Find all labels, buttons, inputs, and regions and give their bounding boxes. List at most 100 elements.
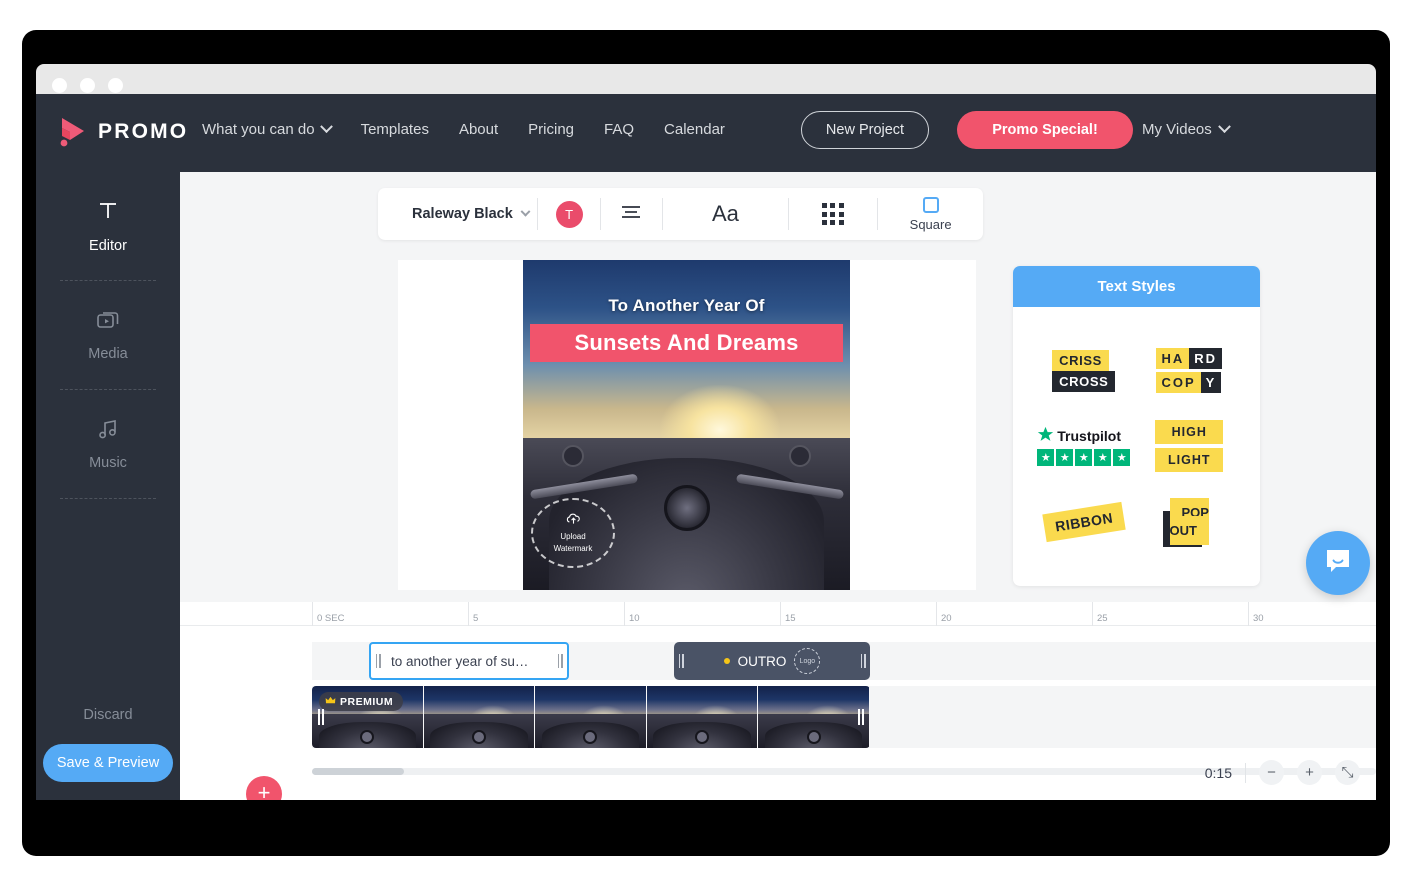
- layout-grid-button[interactable]: [789, 203, 877, 225]
- chevron-down-icon: [520, 206, 530, 216]
- color-swatch: T: [556, 201, 583, 228]
- window-maximize-dot[interactable]: [108, 78, 123, 93]
- scrollbar-thumb[interactable]: [312, 768, 404, 775]
- sidebar-item-media[interactable]: Media: [36, 281, 180, 389]
- outro-handle-left[interactable]: [674, 654, 688, 668]
- trustpilot-star-icon: [1037, 426, 1054, 446]
- nav-calendar[interactable]: Calendar: [664, 121, 725, 138]
- chat-support-button[interactable]: [1306, 531, 1370, 595]
- caption-line-2: Sunsets And Dreams: [574, 330, 798, 356]
- sidebar-divider: [60, 498, 156, 499]
- text-align-button[interactable]: [601, 204, 662, 225]
- video-canvas[interactable]: To Another Year Of Sunsets And Dreams Up…: [523, 260, 850, 590]
- thumbnail-frame-2: [424, 686, 536, 748]
- sidebar-item-editor[interactable]: Editor: [36, 172, 180, 280]
- clip-handle-left[interactable]: [371, 654, 385, 668]
- promo-special-button[interactable]: Promo Special!: [957, 111, 1133, 149]
- square-ratio-icon: [923, 197, 939, 213]
- premium-label: PREMIUM: [340, 696, 393, 708]
- font-family-dropdown[interactable]: Raleway Black: [378, 206, 537, 222]
- sidebar-label-editor: Editor: [89, 238, 127, 254]
- zoom-out-button[interactable]: −: [1259, 760, 1284, 785]
- media-handle-right[interactable]: [858, 709, 864, 725]
- timeline-ruler[interactable]: 0 SEC 5 10 15 20 25 30: [180, 602, 1376, 626]
- high-label: HIGH: [1155, 420, 1223, 444]
- nav-faq[interactable]: FAQ: [604, 121, 634, 138]
- editor-area: Raleway Black T Aa: [180, 172, 1376, 602]
- left-sidebar: Editor Media Music Dis: [36, 172, 180, 800]
- mirror-right: [789, 445, 811, 467]
- premium-badge: PREMIUM: [319, 692, 403, 711]
- media-icon: [95, 308, 121, 337]
- duration-label: 0:15: [1205, 765, 1232, 781]
- trustpilot-stars: ★★★★★: [1037, 449, 1130, 466]
- promo-logo[interactable]: PROMO: [58, 116, 188, 148]
- style-high-light[interactable]: HIGH LIGHT: [1155, 420, 1223, 472]
- app-window: PROMO What you can do Templates About Pr…: [36, 94, 1376, 800]
- discard-button[interactable]: Discard: [36, 707, 180, 723]
- outro-clip[interactable]: OUTRO Logo: [674, 642, 870, 680]
- chevron-down-icon: [320, 120, 333, 133]
- media-track: PREMIUM: [312, 686, 1376, 748]
- aspect-ratio-label: Square: [910, 217, 952, 232]
- style-trustpilot[interactable]: Trustpilot ★★★★★: [1037, 426, 1130, 466]
- window-close-dot[interactable]: [52, 78, 67, 93]
- mirror-left: [562, 445, 584, 467]
- thumbnail-frame-4: [647, 686, 759, 748]
- chat-bubble-icon: [1323, 546, 1353, 581]
- style-ribbon[interactable]: RIBBON: [1044, 508, 1124, 536]
- text-toolbar: Raleway Black T Aa: [378, 188, 983, 240]
- style-criss-cross[interactable]: CRISS CROSS: [1052, 350, 1115, 392]
- thumbnail-frame-3: [535, 686, 647, 748]
- add-scene-button[interactable]: +: [246, 776, 282, 800]
- hard-label-yellow: HA: [1156, 348, 1189, 369]
- nav-what-you-can-do[interactable]: What you can do: [202, 121, 331, 138]
- ruler-tick-25: 25: [1092, 602, 1108, 626]
- style-pop-out[interactable]: POP OUT: [1170, 504, 1209, 540]
- chevron-down-icon: [1218, 120, 1231, 133]
- thumbnail-frame-5: [758, 686, 870, 748]
- zoom-in-button[interactable]: +: [1297, 760, 1322, 785]
- fit-to-screen-button[interactable]: ⤡: [1335, 760, 1360, 785]
- align-center-icon: [619, 204, 643, 225]
- cloud-upload-icon: [565, 512, 582, 530]
- aspect-ratio-button[interactable]: Square: [878, 197, 983, 232]
- text-track: to another year of su… OUTRO Logo: [312, 642, 1376, 680]
- text-color-button[interactable]: T: [538, 201, 600, 228]
- controls-divider: [1245, 763, 1246, 783]
- new-project-button[interactable]: New Project: [801, 111, 929, 149]
- style-hard-copy[interactable]: HA RD COP Y: [1156, 348, 1222, 393]
- cross-label: CROSS: [1052, 371, 1115, 392]
- sidebar-label-music: Music: [89, 455, 127, 471]
- ruler-tick-5: 5: [468, 602, 478, 626]
- text-case-button[interactable]: Aa: [663, 201, 788, 227]
- brand-name: PROMO: [98, 120, 188, 144]
- logo-placeholder-icon[interactable]: Logo: [794, 648, 820, 674]
- star-4: ★: [1094, 449, 1111, 466]
- window-minimize-dot[interactable]: [80, 78, 95, 93]
- video-clip[interactable]: PREMIUM: [312, 686, 870, 748]
- caption-line-1[interactable]: To Another Year Of: [523, 296, 850, 316]
- star-3: ★: [1075, 449, 1092, 466]
- nav-pricing[interactable]: Pricing: [528, 121, 574, 138]
- nav-templates[interactable]: Templates: [361, 121, 429, 138]
- nav-about[interactable]: About: [459, 121, 498, 138]
- sidebar-item-music[interactable]: Music: [36, 390, 180, 498]
- save-and-preview-button[interactable]: Save & Preview: [43, 744, 173, 782]
- upload-watermark-button[interactable]: Upload Watermark: [531, 498, 615, 568]
- outro-handle-right[interactable]: [856, 654, 870, 668]
- caption-line-2-highlight[interactable]: Sunsets And Dreams: [530, 324, 843, 362]
- text-clip-selected[interactable]: to another year of su…: [369, 642, 569, 680]
- hard-row: HA RD: [1156, 348, 1222, 369]
- my-videos-menu[interactable]: My Videos: [1142, 121, 1229, 138]
- trustpilot-name: Trustpilot: [1037, 426, 1130, 446]
- music-icon: [96, 417, 120, 446]
- watermark-line-2: Watermark: [554, 544, 593, 554]
- clip-handle-right[interactable]: [553, 654, 567, 668]
- copy-label-black: Y: [1201, 372, 1222, 393]
- grid-icon: [822, 203, 844, 225]
- crown-icon: [325, 696, 336, 708]
- star-1: ★: [1037, 449, 1054, 466]
- top-navigation-bar: PROMO What you can do Templates About Pr…: [36, 94, 1376, 172]
- media-handle-left[interactable]: [318, 709, 324, 725]
